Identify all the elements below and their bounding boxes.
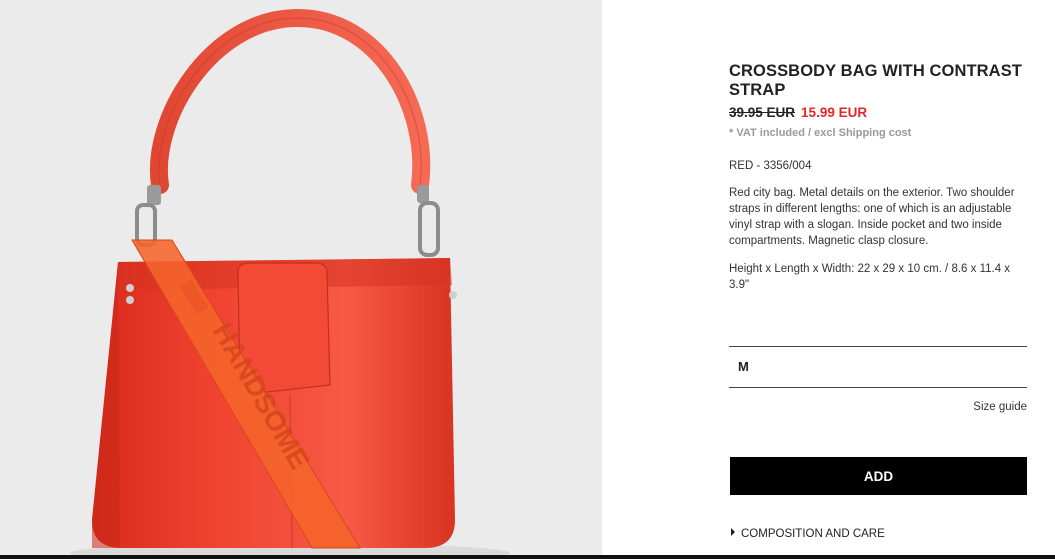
product-reference: RED - 3356/004	[729, 160, 812, 172]
composition-and-care-toggle[interactable]: COMPOSITION AND CARE	[731, 528, 885, 540]
vat-note: * VAT included / excl Shipping cost	[729, 127, 912, 139]
caret-right-icon	[731, 528, 735, 536]
bottom-divider	[0, 555, 1055, 559]
size-selector[interactable]: M	[729, 346, 1027, 388]
bag-illustration: HANDSOME	[0, 0, 602, 559]
product-title: CROSSBODY BAG WITH CONTRAST STRAP	[729, 62, 1022, 99]
add-to-cart-button[interactable]: ADD	[730, 457, 1027, 495]
composition-label: COMPOSITION AND CARE	[741, 528, 885, 540]
price-block: 39.95 EUR 15.99 EUR	[729, 105, 1027, 120]
size-guide-link[interactable]: Size guide	[973, 401, 1027, 413]
sale-price: 15.99 EUR	[801, 105, 868, 120]
product-image[interactable]: HANDSOME	[0, 0, 602, 559]
product-dimensions: Height x Length x Width: 22 x 29 x 10 cm…	[729, 263, 1011, 291]
size-value: M	[738, 359, 749, 374]
old-price: 39.95 EUR	[729, 105, 796, 120]
product-description: Red city bag. Metal details on the exter…	[729, 187, 1015, 247]
product-info: CROSSBODY BAG WITH CONTRAST STRAP 39.95 …	[729, 62, 1027, 293]
